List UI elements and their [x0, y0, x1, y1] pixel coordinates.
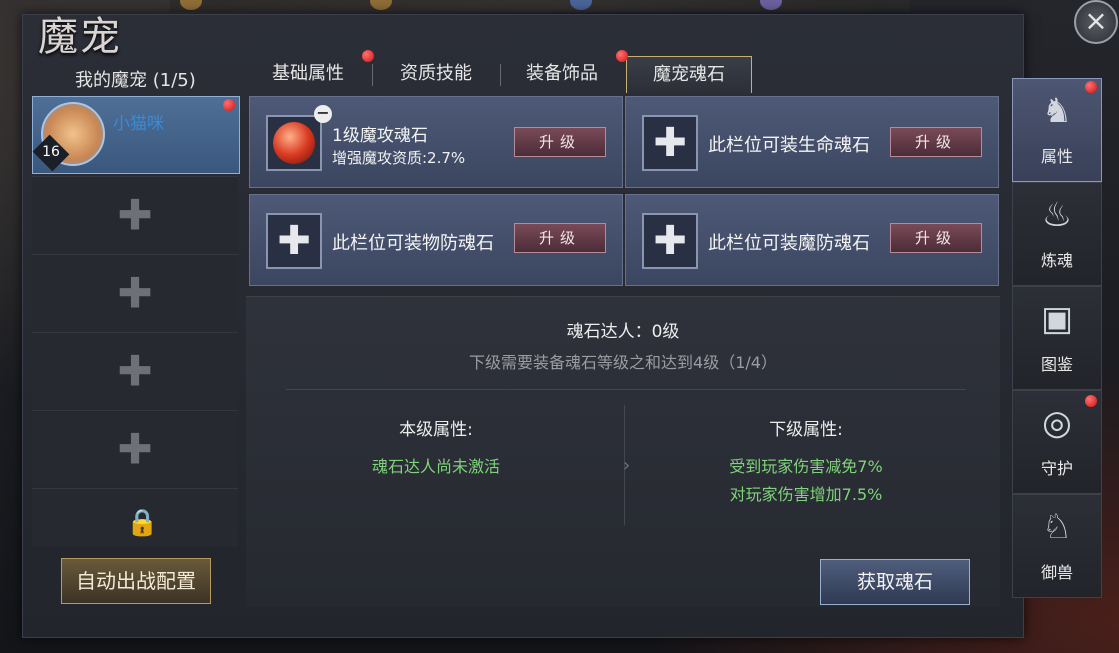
pet-slot-empty[interactable]: ✚	[32, 254, 238, 331]
soul-stone-slot-life[interactable]: ✚ 此栏位可装生命魂石 升级	[625, 96, 999, 188]
pet-slot-selected[interactable]: 16 小猫咪	[32, 96, 240, 174]
window-title: 魔宠	[38, 14, 122, 60]
empty-slot-frame: ✚	[642, 213, 698, 269]
notification-dot	[1085, 81, 1097, 93]
notification-dot	[223, 99, 235, 111]
plus-icon: ✚	[653, 120, 687, 166]
side-tab-label: 炼魂	[1040, 251, 1073, 270]
pet-list-header: 我的魔宠 (1/5)	[75, 70, 196, 91]
slot-hint: 此栏位可装生命魂石	[708, 135, 870, 156]
tab-separator	[372, 64, 373, 86]
side-tab-label: 守护	[1040, 459, 1073, 478]
tab-soul-stones[interactable]: 魔宠魂石	[626, 56, 752, 93]
plus-icon: ✚	[117, 346, 153, 396]
pet-slot-empty[interactable]: ✚	[32, 332, 238, 409]
get-soul-stone-button[interactable]: 获取魂石	[820, 559, 970, 605]
auto-battle-config-button[interactable]: 自动出战配置	[61, 558, 211, 604]
side-tab-refine-soul[interactable]: ♨ 炼魂	[1012, 182, 1102, 286]
side-tab-guard[interactable]: ◎ 守护	[1012, 390, 1102, 494]
next-attribute: 对玩家伤害增加7.5%	[729, 485, 883, 504]
scroll-book-icon: ▣	[1040, 299, 1074, 339]
pet-name: 小猫咪	[113, 114, 164, 134]
tab-basic-attributes[interactable]: 基础属性	[250, 56, 366, 92]
pet-level: 16	[42, 144, 60, 160]
tab-equipment[interactable]: 装备饰品	[504, 56, 620, 92]
plus-icon: ✚	[117, 424, 153, 474]
side-tab-beast-control[interactable]: ♘ 御兽	[1012, 494, 1102, 598]
empty-slot-frame: ✚	[266, 213, 322, 269]
magic-attack-stone-icon	[273, 122, 315, 164]
next-attribute: 受到玩家伤害减免7%	[729, 457, 883, 476]
side-tab-collection[interactable]: ▣ 图鉴	[1012, 286, 1102, 390]
close-icon[interactable]: ×	[1074, 0, 1118, 44]
current-attributes-value: 魂石达人尚未激活	[371, 457, 500, 476]
side-tab-label: 图鉴	[1040, 355, 1073, 374]
soul-stone-slot-magic-defense[interactable]: ✚ 此栏位可装魔防魂石 升级	[625, 194, 999, 286]
chevron-right-icon: ›	[623, 455, 631, 476]
soul-master-info: 魂石达人：0级 下级需要装备魂石等级之和达到4级（1/4） › 本级属性: 魂石…	[246, 296, 1000, 607]
current-attributes-title: 本级属性:	[399, 420, 473, 440]
next-level-requirement: 下级需要装备魂石等级之和达到4级（1/4）	[469, 353, 777, 372]
soul-stone-slot-physical-defense[interactable]: ✚ 此栏位可装物防魂石 升级	[249, 194, 623, 286]
demon-mask-icon: ♞	[1041, 91, 1073, 131]
plus-icon: ✚	[653, 218, 687, 264]
pet-slot-empty[interactable]: ✚	[32, 176, 238, 253]
upgrade-button[interactable]: 升级	[514, 223, 606, 253]
currency-icon	[370, 0, 392, 10]
slot-hint: 此栏位可装魔防魂石	[708, 233, 870, 254]
tab-separator	[500, 64, 501, 86]
plus-icon: ✚	[117, 190, 153, 240]
currency-icon	[570, 0, 592, 10]
divider	[286, 389, 966, 390]
top-resource-strip	[170, 0, 910, 12]
notification-dot	[362, 50, 374, 62]
plus-icon: ✚	[277, 218, 311, 264]
soul-stone-slot-attack[interactable]: − 1级魔攻魂石 增强魔攻资质:2.7% 升级	[249, 96, 623, 188]
slot-hint: 此栏位可装物防魂石	[332, 233, 494, 254]
stone-name: 1级魔攻魂石	[332, 126, 428, 146]
upgrade-button[interactable]: 升级	[890, 223, 982, 253]
side-tab-attributes[interactable]: ♞ 属性	[1012, 78, 1102, 182]
upgrade-button[interactable]: 升级	[890, 127, 982, 157]
side-tab-label: 御兽	[1040, 563, 1073, 582]
stone-icon-frame	[266, 115, 322, 171]
lock-icon: 🔒	[126, 508, 159, 538]
currency-icon	[760, 0, 782, 10]
empty-slot-frame: ✚	[642, 115, 698, 171]
stone-desc: 增强魔攻资质:2.7%	[332, 149, 466, 167]
next-attributes-title: 下级属性:	[769, 420, 843, 440]
notification-dot	[1085, 395, 1097, 407]
pet-slot-empty[interactable]: ✚	[32, 410, 238, 487]
beast-icon: ♘	[1041, 507, 1073, 547]
tab-aptitude-skills[interactable]: 资质技能	[378, 56, 494, 92]
side-tab-label: 属性	[1040, 147, 1073, 166]
plus-icon: ✚	[117, 268, 153, 318]
notification-dot	[616, 50, 628, 62]
soul-master-level: 魂石达人：0级	[566, 322, 680, 342]
currency-icon	[180, 0, 202, 10]
remove-icon[interactable]: −	[314, 105, 332, 123]
upgrade-button[interactable]: 升级	[514, 127, 606, 157]
soul-flame-icon: ♨	[1041, 195, 1073, 235]
swirl-icon: ◎	[1042, 403, 1072, 443]
